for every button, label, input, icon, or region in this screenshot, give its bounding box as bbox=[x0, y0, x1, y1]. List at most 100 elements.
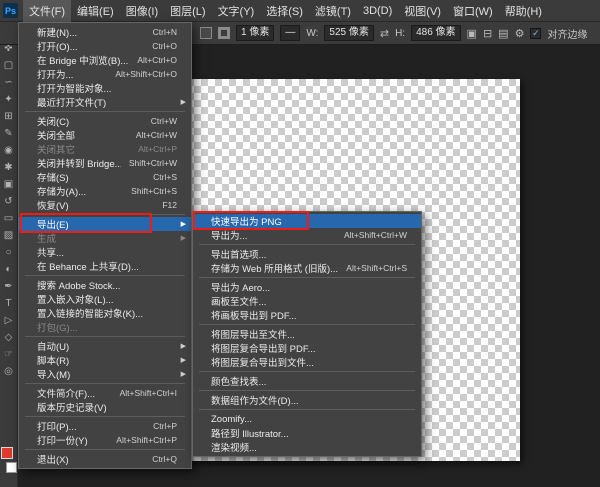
file-menu-item[interactable]: 打开为智能对象... bbox=[19, 81, 191, 95]
type-tool-icon[interactable]: T bbox=[0, 295, 17, 312]
width-field[interactable]: 525 像素 bbox=[324, 25, 373, 41]
export-submenu-item[interactable]: 导出为... Alt+Shift+Ctrl+W bbox=[193, 228, 421, 242]
hand-tool-icon[interactable]: ☞ bbox=[0, 346, 17, 363]
export-submenu-item[interactable]: 将图层复合导出到 PDF... bbox=[193, 341, 421, 355]
stroke-width-field[interactable]: 1 像素 bbox=[236, 25, 274, 41]
background-color-swatch[interactable] bbox=[6, 462, 17, 473]
export-submenu-item[interactable]: 将图层导出至文件... bbox=[193, 327, 421, 341]
menubar-item[interactable]: 图像(I) bbox=[120, 0, 164, 22]
export-submenu-item[interactable]: 导出为 Aero... bbox=[193, 280, 421, 294]
file-menu-item[interactable]: 关闭其它 Alt+Ctrl+P bbox=[19, 142, 191, 156]
link-dimensions-icon[interactable]: ⇄ bbox=[380, 27, 389, 40]
stroke-style-picker[interactable]: — bbox=[280, 25, 300, 41]
tool-glyph: ✎ bbox=[4, 129, 12, 139]
path-operations-icon[interactable]: ▣ bbox=[467, 27, 477, 40]
menu-item-label: 存储(S) bbox=[37, 170, 69, 184]
path-select-tool-icon[interactable]: ▷ bbox=[0, 312, 17, 329]
gear-icon[interactable]: ⚙ bbox=[515, 27, 525, 40]
menu-separator bbox=[199, 409, 415, 410]
export-submenu-item[interactable]: 将图层复合导出到文件... bbox=[193, 355, 421, 369]
export-submenu-item[interactable]: 路径到 Illustrator... bbox=[193, 426, 421, 440]
dodge-tool-icon[interactable]: ◐ bbox=[0, 261, 17, 278]
path-alignment-icon[interactable]: ⊟ bbox=[483, 27, 492, 40]
align-edges-checkbox[interactable]: ✓ bbox=[530, 28, 541, 39]
gradient-tool-icon[interactable]: ▨ bbox=[0, 227, 17, 244]
file-menu-item[interactable]: 置入链接的智能对象(K)... bbox=[19, 306, 191, 320]
menubar-item[interactable]: 选择(S) bbox=[260, 0, 309, 22]
file-menu-item[interactable]: 打印(P)... Ctrl+P bbox=[19, 419, 191, 433]
file-menu-item[interactable]: 退出(X) Ctrl+Q bbox=[19, 452, 191, 466]
foreground-color-swatch[interactable] bbox=[1, 447, 13, 459]
path-arrange-icon[interactable]: ▤ bbox=[498, 27, 508, 40]
eraser-tool-icon[interactable]: ▭ bbox=[0, 210, 17, 227]
healing-brush-tool-icon[interactable]: ◉ bbox=[0, 142, 17, 159]
file-menu-item[interactable]: 打开为... Alt+Shift+Ctrl+O bbox=[19, 67, 191, 81]
file-menu-item[interactable]: 在 Bridge 中浏览(B)... Alt+Ctrl+O bbox=[19, 53, 191, 67]
export-submenu-item[interactable]: 将画板导出到 PDF... bbox=[193, 308, 421, 322]
zoom-tool-icon[interactable]: ◎ bbox=[0, 363, 17, 380]
file-menu-item[interactable]: 存储(S) Ctrl+S bbox=[19, 170, 191, 184]
file-menu-item[interactable]: 关闭全部 Alt+Ctrl+W bbox=[19, 128, 191, 142]
file-menu-item[interactable]: 关闭(C) Ctrl+W bbox=[19, 114, 191, 128]
height-field[interactable]: 486 像素 bbox=[411, 25, 460, 41]
export-submenu-item[interactable]: 画板至文件... bbox=[193, 294, 421, 308]
menubar-item[interactable]: 图层(L) bbox=[164, 0, 211, 22]
export-submenu-item[interactable]: 存储为 Web 所用格式 (旧版)... Alt+Shift+Ctrl+S bbox=[193, 261, 421, 275]
file-menu-item[interactable]: 新建(N)... Ctrl+N bbox=[19, 25, 191, 39]
tool-glyph: ⊞ bbox=[4, 112, 12, 122]
file-menu-item[interactable]: 存储为(A)... Shift+Ctrl+S bbox=[19, 184, 191, 198]
color-swatches[interactable] bbox=[1, 447, 17, 473]
menu-item-label: 打包(G)... bbox=[37, 320, 78, 334]
menubar-item[interactable]: 3D(D) bbox=[357, 0, 398, 22]
file-menu-item[interactable]: 导入(M) ▶ bbox=[19, 367, 191, 381]
export-submenu-item[interactable]: 快速导出为 PNG bbox=[193, 214, 421, 228]
menu-item-label: 在 Behance 上共享(D)... bbox=[37, 259, 139, 273]
file-menu-item[interactable]: 导出(E) ▶ bbox=[19, 217, 191, 231]
file-menu-item[interactable]: 置入嵌入对象(L)... bbox=[19, 292, 191, 306]
menubar-item[interactable]: 视图(V) bbox=[398, 0, 447, 22]
file-menu-item[interactable]: 打包(G)... bbox=[19, 320, 191, 334]
marquee-tool-icon[interactable]: ▢ bbox=[0, 57, 17, 74]
file-menu-item[interactable]: 版本历史记录(V) bbox=[19, 400, 191, 414]
stroke-swatch[interactable] bbox=[218, 27, 230, 39]
file-menu-item[interactable]: 生成 ▶ bbox=[19, 231, 191, 245]
menubar-item[interactable]: 帮助(H) bbox=[499, 0, 548, 22]
file-menu-item[interactable]: 打开(O)... Ctrl+O bbox=[19, 39, 191, 53]
menubar-item[interactable]: 编辑(E) bbox=[71, 0, 120, 22]
menubar-item[interactable]: 文件(F) bbox=[23, 0, 71, 22]
eyedropper-tool-icon[interactable]: ✎ bbox=[0, 125, 17, 142]
pen-tool-icon[interactable]: ✒ bbox=[0, 278, 17, 295]
file-menu-item[interactable]: 在 Behance 上共享(D)... bbox=[19, 259, 191, 273]
file-menu-item[interactable]: 关闭并转到 Bridge... Shift+Ctrl+W bbox=[19, 156, 191, 170]
tool-glyph: ✜ bbox=[4, 44, 12, 54]
menubar-item[interactable]: 文字(Y) bbox=[212, 0, 261, 22]
file-menu-item[interactable]: 最近打开文件(T) ▶ bbox=[19, 95, 191, 109]
file-menu-item[interactable]: 脚本(R) ▶ bbox=[19, 353, 191, 367]
export-submenu-item[interactable]: 颜色查找表... bbox=[193, 374, 421, 388]
export-submenu-item[interactable]: 渲染视频... bbox=[193, 440, 421, 454]
file-menu-item[interactable]: 共享... bbox=[19, 245, 191, 259]
file-menu-item[interactable]: 恢复(V) F12 bbox=[19, 198, 191, 212]
menu-item-shortcut: Shift+Ctrl+W bbox=[121, 158, 177, 168]
menu-item-label: 打印(P)... bbox=[37, 419, 77, 433]
quick-selection-tool-icon[interactable]: ✦ bbox=[0, 91, 17, 108]
file-menu-item[interactable]: 文件简介(F)... Alt+Shift+Ctrl+I bbox=[19, 386, 191, 400]
export-submenu-item[interactable]: 导出首选项... bbox=[193, 247, 421, 261]
history-brush-tool-icon[interactable]: ↺ bbox=[0, 193, 17, 210]
lasso-tool-icon[interactable]: ∽ bbox=[0, 74, 17, 91]
file-menu-item[interactable]: 搜索 Adobe Stock... bbox=[19, 278, 191, 292]
blur-tool-icon[interactable]: ○ bbox=[0, 244, 17, 261]
menu-separator bbox=[199, 390, 415, 391]
file-menu-item[interactable]: 打印一份(Y) Alt+Shift+Ctrl+P bbox=[19, 433, 191, 447]
export-submenu-item[interactable]: Zoomify... bbox=[193, 412, 421, 426]
shape-tool-icon[interactable]: ◇ bbox=[0, 329, 17, 346]
menubar-item-label: 文字(Y) bbox=[218, 3, 255, 19]
file-menu-item[interactable]: 自动(U) ▶ bbox=[19, 339, 191, 353]
menubar-item[interactable]: 滤镜(T) bbox=[309, 0, 357, 22]
export-submenu-item[interactable]: 数据组作为文件(D)... bbox=[193, 393, 421, 407]
clone-stamp-tool-icon[interactable]: ▣ bbox=[0, 176, 17, 193]
fill-swatch[interactable] bbox=[200, 27, 212, 39]
crop-tool-icon[interactable]: ⊞ bbox=[0, 108, 17, 125]
menubar-item[interactable]: 窗口(W) bbox=[447, 0, 499, 22]
brush-tool-icon[interactable]: ✱ bbox=[0, 159, 17, 176]
